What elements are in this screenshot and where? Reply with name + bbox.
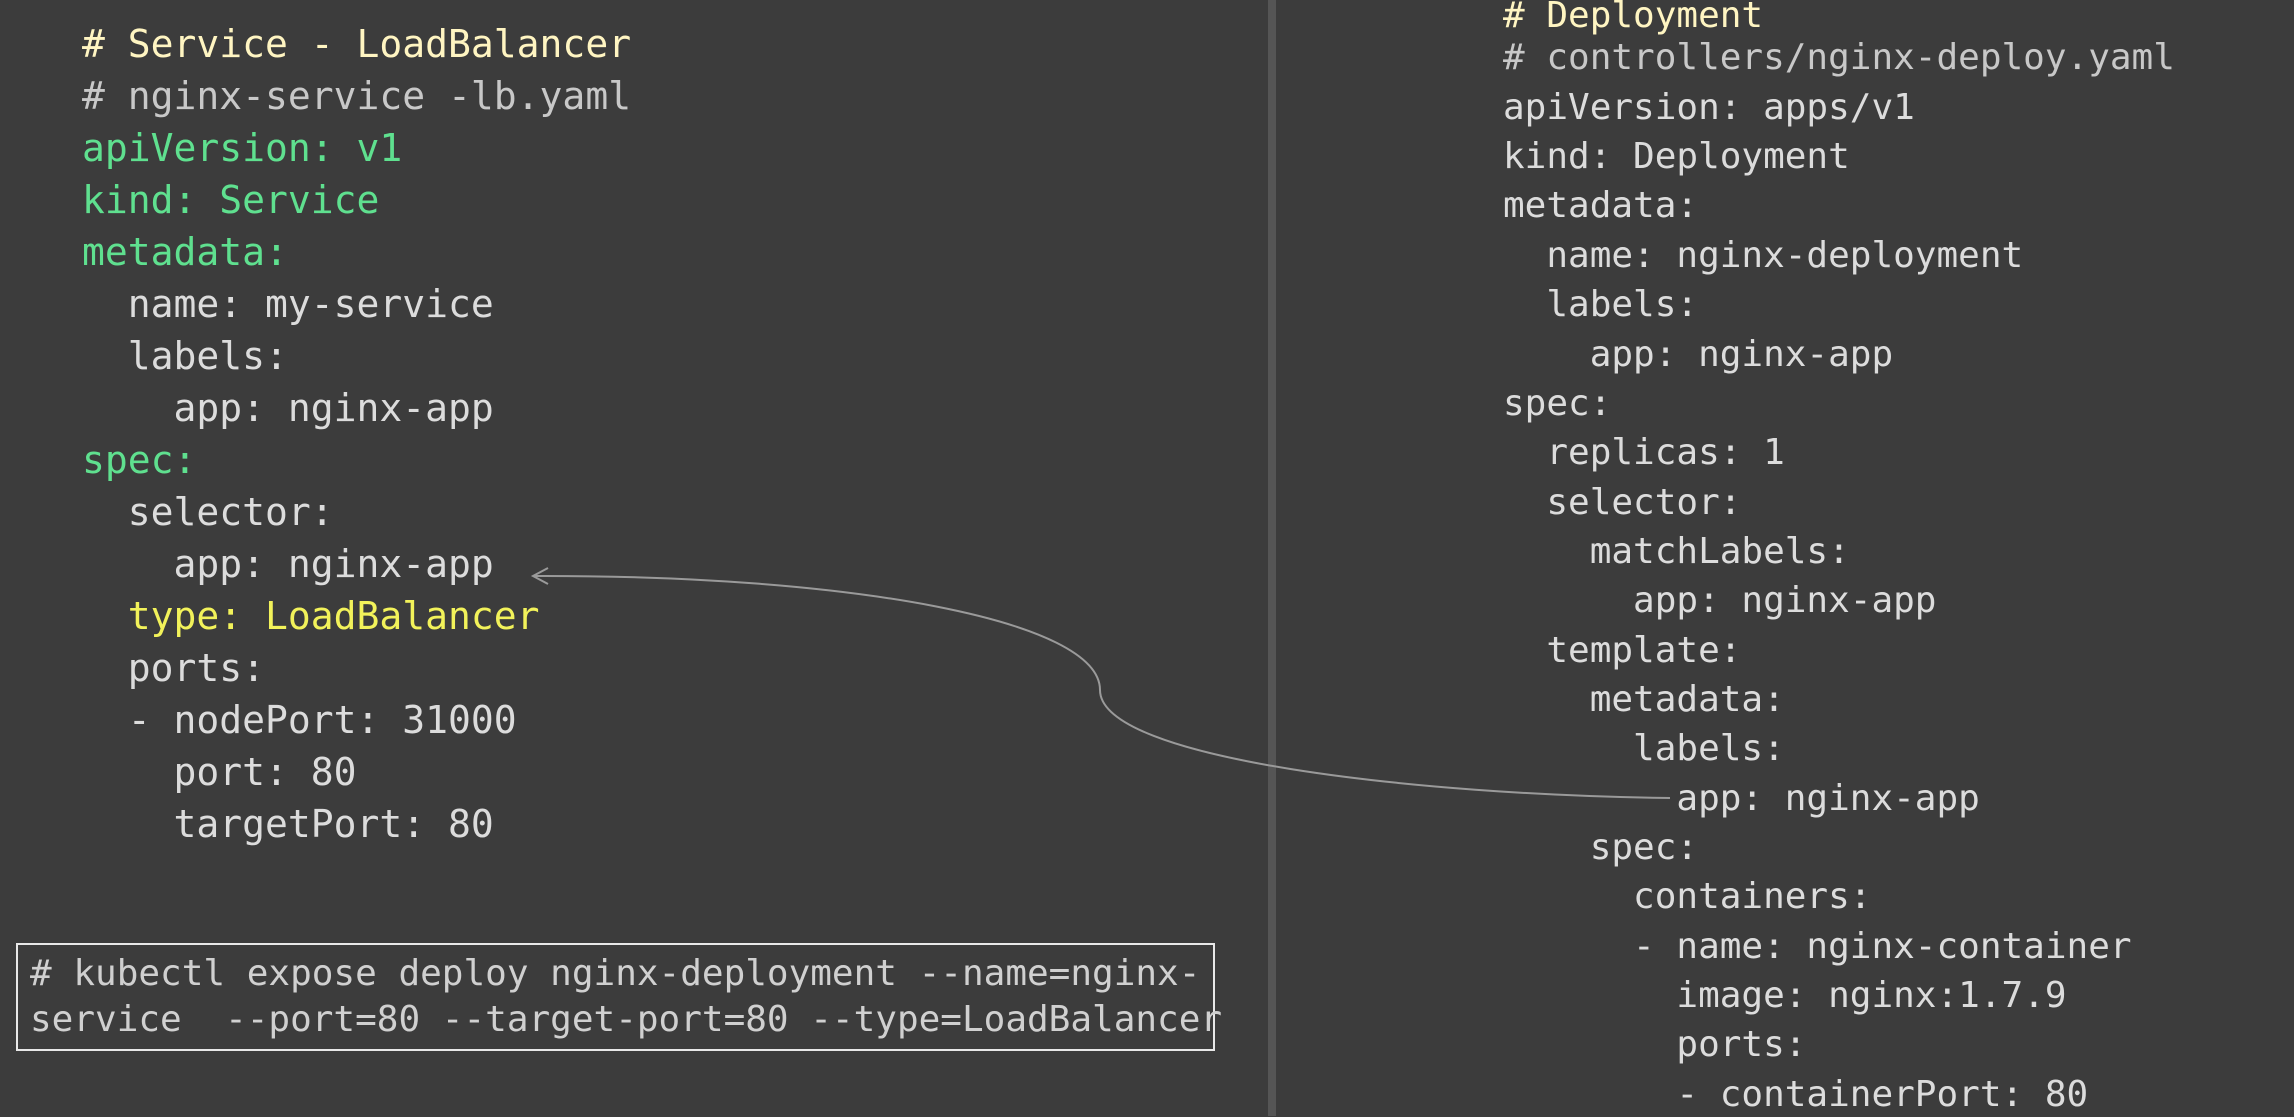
connector-curve <box>534 574 1671 799</box>
selector-match-connector <box>530 567 1671 799</box>
